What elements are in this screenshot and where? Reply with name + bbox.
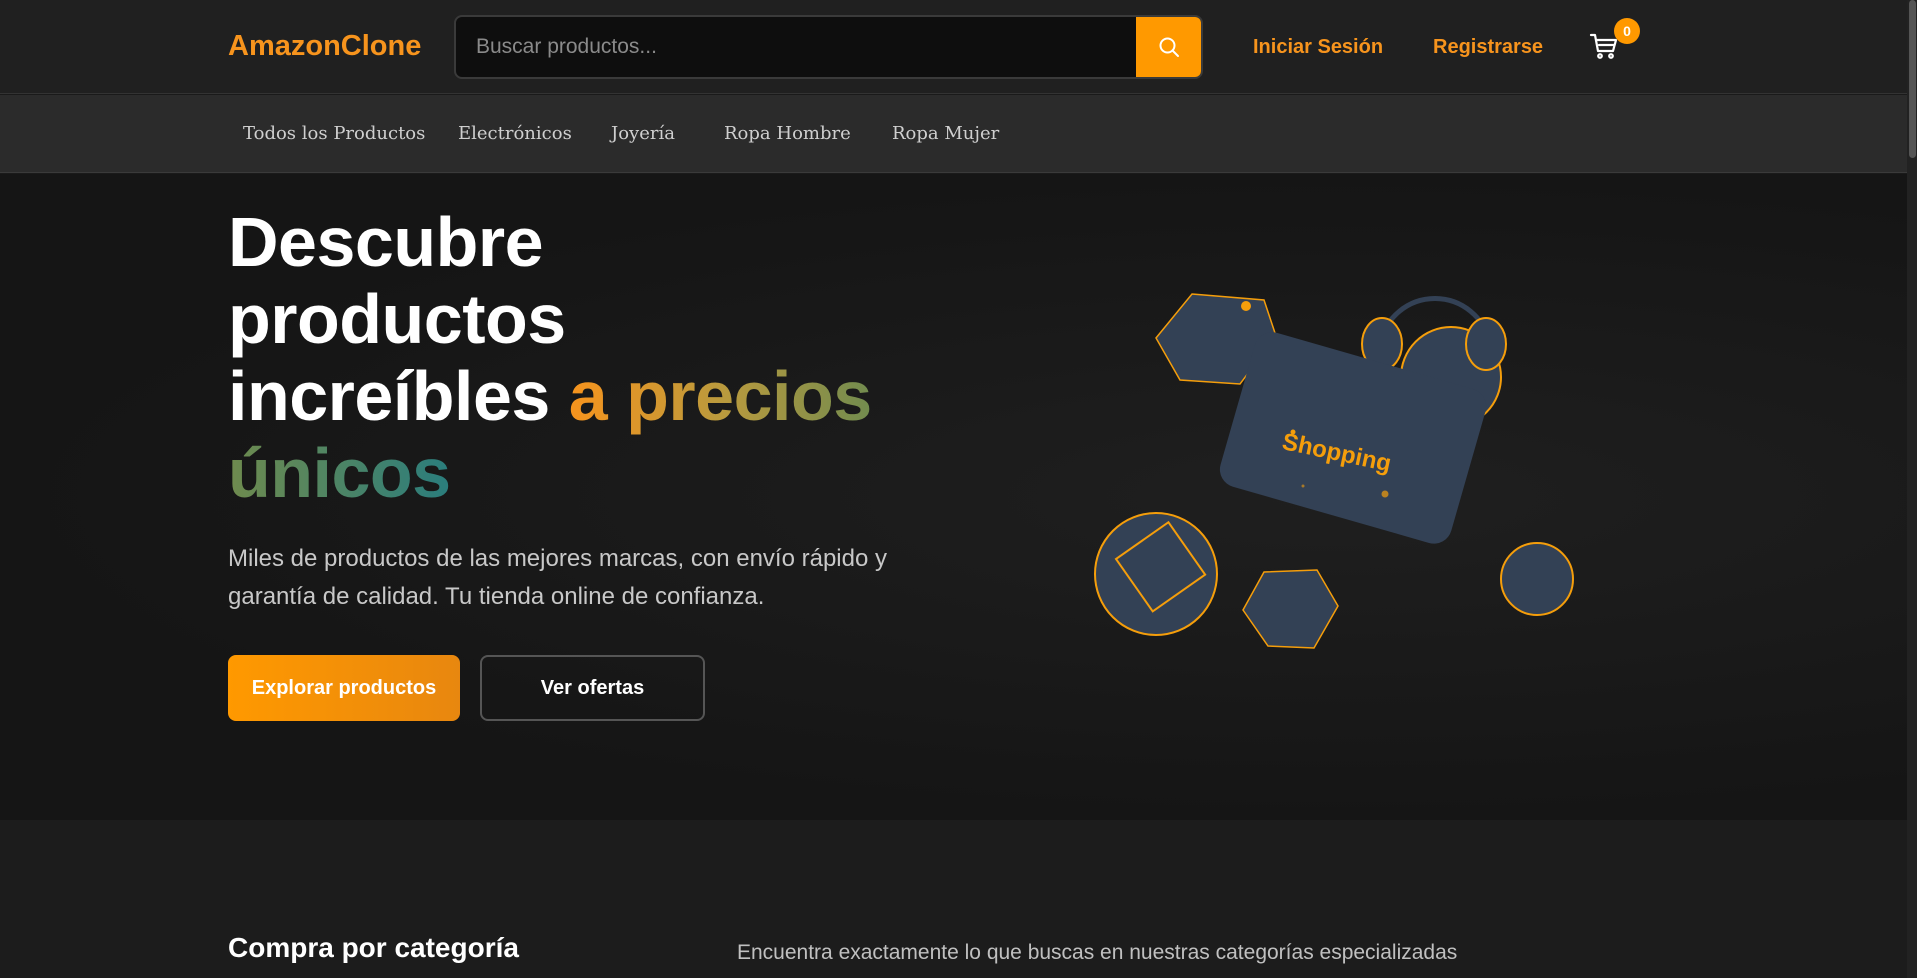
category-item-jewelry[interactable]: Joyería (611, 123, 675, 144)
cart-count-badge: 0 (1614, 18, 1640, 44)
search-input[interactable] (456, 17, 1138, 77)
hero-title-line1: Descubre (228, 203, 544, 281)
category-item-women-clothing[interactable]: Ropa Mujer (892, 123, 999, 144)
login-link[interactable]: Iniciar Sesión (1253, 36, 1383, 59)
site-logo[interactable]: AmazonClone (228, 30, 421, 63)
explore-products-button[interactable]: Explorar productos (228, 655, 460, 721)
category-item-men-clothing[interactable]: Ropa Hombre (724, 123, 851, 144)
scrollbar-thumb[interactable] (1909, 0, 1916, 158)
category-navbar: Todos los Productos Electrónicos Joyería… (0, 95, 1907, 173)
search-bar (454, 15, 1203, 79)
view-offers-button[interactable]: Ver ofertas (480, 655, 705, 721)
dot-shape (1290, 429, 1296, 435)
search-icon (1159, 37, 1179, 57)
category-section: Compra por categoría Encuentra exactamen… (0, 820, 1907, 978)
hero-section: Descubre productos increíbles a precios … (0, 174, 1907, 820)
hexagon-shape (1242, 569, 1339, 649)
dot-shape (1381, 490, 1389, 498)
top-navbar: AmazonClone Iniciar Sesión Registrarse 0 (0, 0, 1907, 94)
hero-title-line2: productos (228, 280, 566, 358)
circle-shape (1500, 542, 1574, 616)
hero-subtitle: Miles de productos de las mejores marcas… (228, 545, 887, 610)
hero-title-line3: increíbles (228, 357, 550, 435)
search-button[interactable] (1136, 17, 1201, 77)
section-title: Compra por categoría (228, 932, 519, 963)
headphones-right-cup-shape (1465, 317, 1507, 371)
category-item-all[interactable]: Todos los Productos (243, 123, 425, 144)
register-link[interactable]: Registrarse (1433, 36, 1543, 59)
category-item-electronics[interactable]: Electrónicos (458, 123, 572, 144)
hero-title: Descubre productos increíbles a precios … (228, 204, 928, 512)
dot-shape (1241, 301, 1251, 311)
shopping-illustration: Shopping (1094, 293, 1574, 649)
dot-shape (1301, 484, 1305, 488)
section-description: Encuentra exactamente lo que buscas en n… (737, 941, 1458, 964)
